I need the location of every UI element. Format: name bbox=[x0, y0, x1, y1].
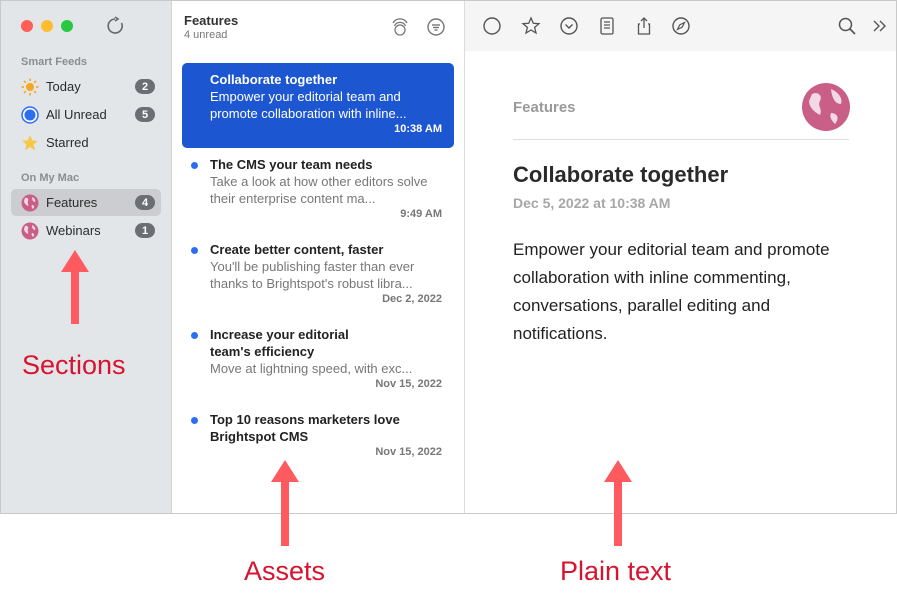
header-divider bbox=[513, 139, 849, 140]
refresh-icon[interactable] bbox=[105, 16, 125, 36]
close-window-button[interactable] bbox=[21, 20, 33, 32]
unread-dot-icon bbox=[191, 247, 198, 254]
reader-view-icon[interactable] bbox=[597, 16, 617, 36]
unread-count-badge: 5 bbox=[135, 107, 155, 122]
article-item[interactable]: Create better content, faster You'll be … bbox=[182, 239, 454, 319]
article-item[interactable]: Top 10 reasons marketers love Brightspot… bbox=[182, 409, 454, 469]
sidebar-item-features[interactable]: Features 4 bbox=[11, 189, 161, 216]
unread-dot-icon bbox=[191, 332, 198, 339]
minimize-window-button[interactable] bbox=[41, 20, 53, 32]
article-list-pane: Features 4 unread Collaborate together E… bbox=[172, 1, 465, 513]
article-item[interactable]: Collaborate together Empower your editor… bbox=[182, 63, 454, 148]
share-icon[interactable] bbox=[634, 16, 654, 36]
app-window: Smart Feeds Today 2 All Unread 5 Starred… bbox=[0, 0, 897, 514]
article-title: Increase your editorial team's efficienc… bbox=[210, 327, 349, 359]
arrow-up-icon bbox=[271, 460, 299, 546]
article-item[interactable]: The CMS your team needs Take a look at h… bbox=[182, 154, 454, 234]
plain-text-annotation: Plain text bbox=[560, 556, 672, 586]
search-icon[interactable] bbox=[837, 16, 857, 36]
smart-feeds-heading: Smart Feeds bbox=[21, 56, 88, 68]
sidebar-item-starred[interactable]: Starred bbox=[11, 129, 161, 156]
zoom-window-button[interactable] bbox=[61, 20, 73, 32]
sidebar-item-today[interactable]: Today 2 bbox=[11, 73, 161, 100]
sidebar-item-label: Features bbox=[46, 195, 98, 210]
mark-read-circle-icon[interactable] bbox=[482, 16, 502, 36]
arrow-up-icon bbox=[604, 460, 632, 546]
article-body: Empower your editorial team and promote … bbox=[513, 240, 830, 343]
article-snippet: Empower your editorial team and promote … bbox=[210, 89, 407, 121]
unread-circle-icon bbox=[21, 105, 39, 124]
list-title: Features bbox=[184, 13, 239, 28]
sun-icon bbox=[21, 78, 39, 96]
article-timestamp: Dec 5, 2022 at 10:38 AM bbox=[513, 195, 671, 211]
unread-count-badge: 1 bbox=[135, 223, 155, 238]
globe-icon bbox=[21, 222, 39, 240]
unread-dot-icon bbox=[191, 162, 198, 169]
next-unread-icon[interactable] bbox=[559, 16, 579, 36]
unread-dot-icon bbox=[191, 417, 198, 424]
unread-count-badge: 2 bbox=[135, 79, 155, 94]
sidebar-item-label: Webinars bbox=[46, 223, 101, 238]
article-item[interactable]: Increase your editorial team's efficienc… bbox=[182, 324, 454, 404]
article-date: 10:38 AM bbox=[394, 123, 442, 135]
compass-icon[interactable] bbox=[671, 16, 691, 36]
article-title: Create better content, faster bbox=[210, 242, 384, 257]
article-date: 9:49 AM bbox=[400, 208, 442, 220]
reader-pane: Features Collaborate together Dec 5, 202… bbox=[465, 1, 896, 513]
sidebar-item-label: All Unread bbox=[46, 107, 107, 122]
article-date: Dec 2, 2022 bbox=[382, 293, 442, 305]
globe-icon bbox=[802, 83, 850, 131]
sidebar-item-all-unread[interactable]: All Unread 5 bbox=[11, 101, 161, 128]
reader-toolbar bbox=[465, 1, 896, 51]
sidebar-item-label: Starred bbox=[46, 135, 89, 150]
unread-count-badge: 4 bbox=[135, 195, 155, 210]
filter-icon[interactable] bbox=[426, 17, 446, 37]
star-icon[interactable] bbox=[521, 16, 541, 36]
mark-all-read-icon[interactable] bbox=[390, 17, 410, 37]
sidebar-item-label: Today bbox=[46, 79, 81, 94]
article-snippet: Take a look at how other editors solve t… bbox=[210, 174, 428, 206]
chevron-double-right-icon[interactable] bbox=[869, 16, 889, 36]
article-snippet: Move at lightning speed, with exc... bbox=[210, 361, 413, 376]
star-icon bbox=[21, 134, 39, 152]
assets-annotation: Assets bbox=[244, 556, 326, 586]
on-my-mac-heading: On My Mac bbox=[21, 172, 80, 184]
article-title: Collaborate together bbox=[210, 72, 338, 87]
article-title: The CMS your team needs bbox=[210, 157, 373, 172]
article-snippet: You'll be publishing faster than ever th… bbox=[210, 259, 415, 291]
article-date: Nov 15, 2022 bbox=[375, 446, 442, 458]
window-controls bbox=[21, 20, 73, 32]
unread-count-label: 4 unread bbox=[184, 29, 228, 41]
article-title: Top 10 reasons marketers love Brightspot… bbox=[210, 412, 400, 444]
article-heading: Collaborate together bbox=[513, 162, 729, 187]
article-feed-name: Features bbox=[513, 99, 576, 116]
sidebar-item-webinars[interactable]: Webinars 1 bbox=[11, 217, 161, 244]
sections-annotation: Sections bbox=[22, 350, 126, 380]
arrow-up-icon bbox=[61, 250, 89, 324]
article-date: Nov 15, 2022 bbox=[375, 378, 442, 390]
globe-icon bbox=[21, 194, 39, 212]
